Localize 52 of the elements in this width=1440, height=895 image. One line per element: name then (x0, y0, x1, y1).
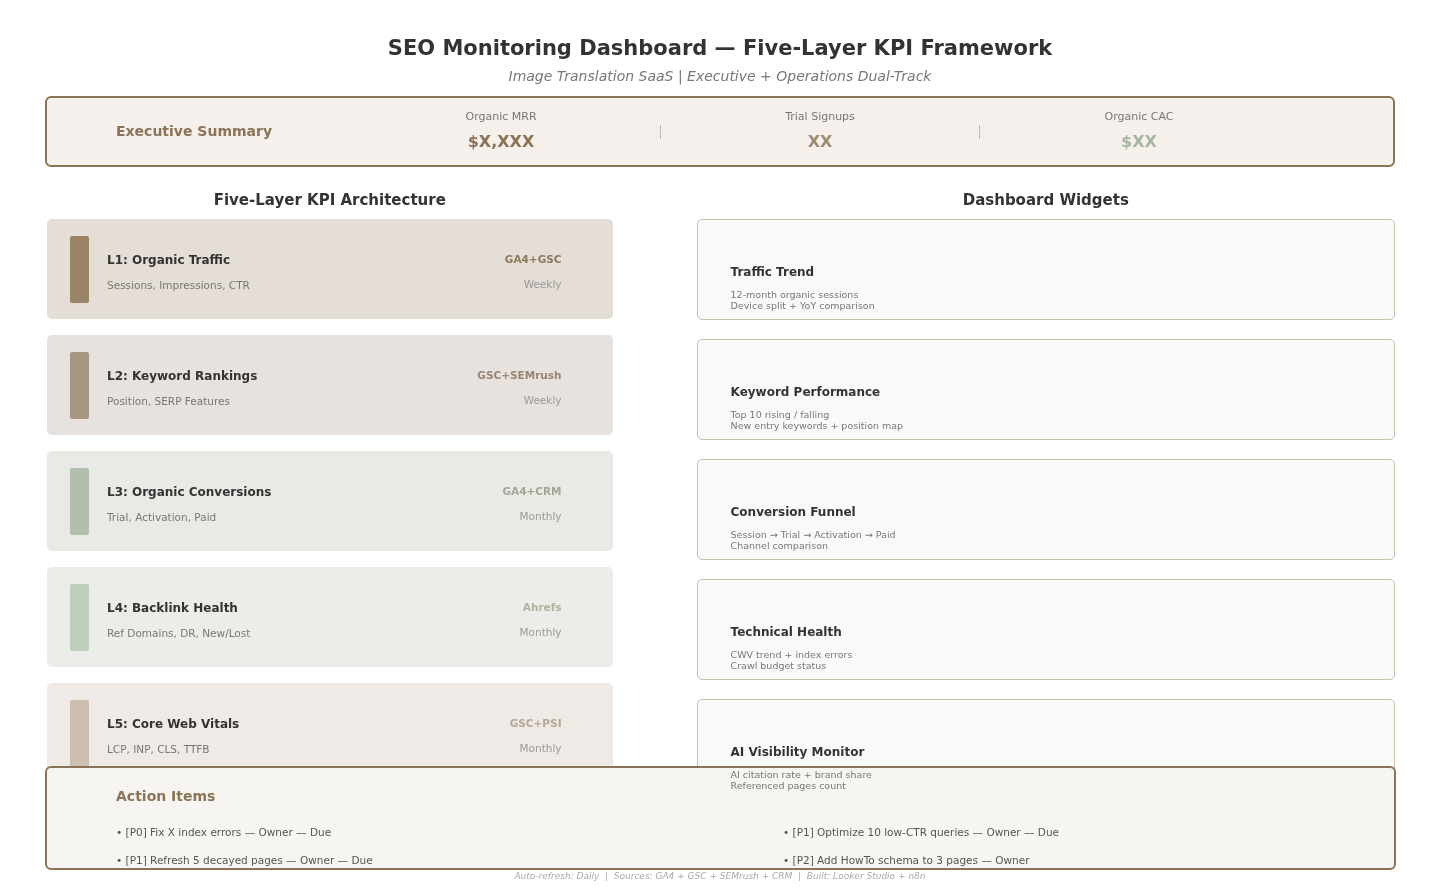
layer-name: L1: Organic Traffic (107, 251, 232, 269)
widget-title: Conversion Funnel (730, 504, 857, 521)
action-item: • [P1] Optimize 10 low-CTR queries — Owner — Due (783, 825, 1061, 840)
widget-description: CWV trend + index errors (730, 649, 854, 660)
metric-label: Trial Signups (784, 109, 856, 126)
action-heading: Action Items (116, 787, 216, 806)
metric-label: Organic CAC (1103, 109, 1175, 126)
widget-description: AI citation rate + brand share (730, 769, 873, 780)
widget-description: Crawl budget status (730, 660, 828, 671)
layer-metrics: Sessions, Impressions, CTR (107, 277, 251, 293)
widget-description: Device split + YoY comparison (730, 300, 876, 311)
layer-name: L3: Organic Conversions (107, 483, 273, 501)
layer-metrics: Position, SERP Features (107, 393, 231, 409)
action-item: • [P0] Fix X index errors — Owner — Due (116, 825, 333, 840)
page-title: SEO Monitoring Dashboard — Five-Layer KPI Framework (386, 35, 1054, 62)
summary-label: Executive Summary (115, 122, 274, 141)
update-frequency: Weekly (522, 276, 562, 292)
data-source: GSC+SEMrush (477, 367, 562, 383)
widget-title: Keyword Performance (730, 384, 882, 401)
widget-description: New entry keywords + position map (730, 420, 905, 431)
widget-description: Session → Trial → Activation → Paid (730, 529, 897, 540)
layer-name: L2: Keyword Rankings (107, 367, 259, 385)
data-source: Ahrefs (521, 599, 562, 615)
metric-value: XX (806, 130, 834, 153)
layer-name: L5: Core Web Vitals (107, 715, 241, 733)
data-source: GA4+CRM (502, 483, 562, 499)
widget-description: Top 10 rising / falling (730, 409, 831, 420)
widget-title: Technical Health (730, 624, 843, 641)
widget-description: 12-month organic sessions (730, 289, 860, 300)
update-frequency: Weekly (522, 392, 562, 408)
update-frequency: Monthly (518, 508, 562, 524)
metric-value: $XX (1120, 130, 1158, 153)
widget-title: AI Visibility Monitor (730, 744, 866, 761)
widget-description: Referenced pages count (730, 780, 847, 791)
widget-title: Traffic Trend (730, 264, 816, 281)
layer-metrics: Ref Domains, DR, New/Lost (107, 625, 252, 641)
data-source: GA4+GSC (504, 251, 562, 267)
update-frequency: Monthly (518, 740, 562, 756)
data-source: GSC+PSI (509, 715, 562, 731)
footer-note: Auto-refresh: Daily | Sources: GA4 + GSC + SEMrush + CRM | Built: Looker Studio + n8n (513, 870, 927, 883)
layer-metrics: Trial, Activation, Paid (107, 509, 218, 525)
section-heading: Five-Layer KPI Architecture (212, 190, 447, 211)
action-item: • [P1] Refresh 5 decayed pages — Owner — Due (116, 852, 374, 868)
layer-metrics: LCP, INP, CLS, TTFB (107, 741, 211, 757)
metric-value: $X,XXX (466, 130, 536, 153)
section-heading: Dashboard Widgets (961, 190, 1130, 211)
subtitle: Image Translation SaaS | Executive + Operations Dual-Track (507, 67, 933, 87)
widget-description: Channel comparison (730, 540, 830, 551)
layer-name: L4: Backlink Health (107, 599, 239, 617)
metric-label: Organic MRR (464, 109, 538, 126)
update-frequency: Monthly (519, 624, 562, 640)
action-item: • [P2] Add HowTo schema to 3 pages — Owner (783, 852, 1031, 868)
